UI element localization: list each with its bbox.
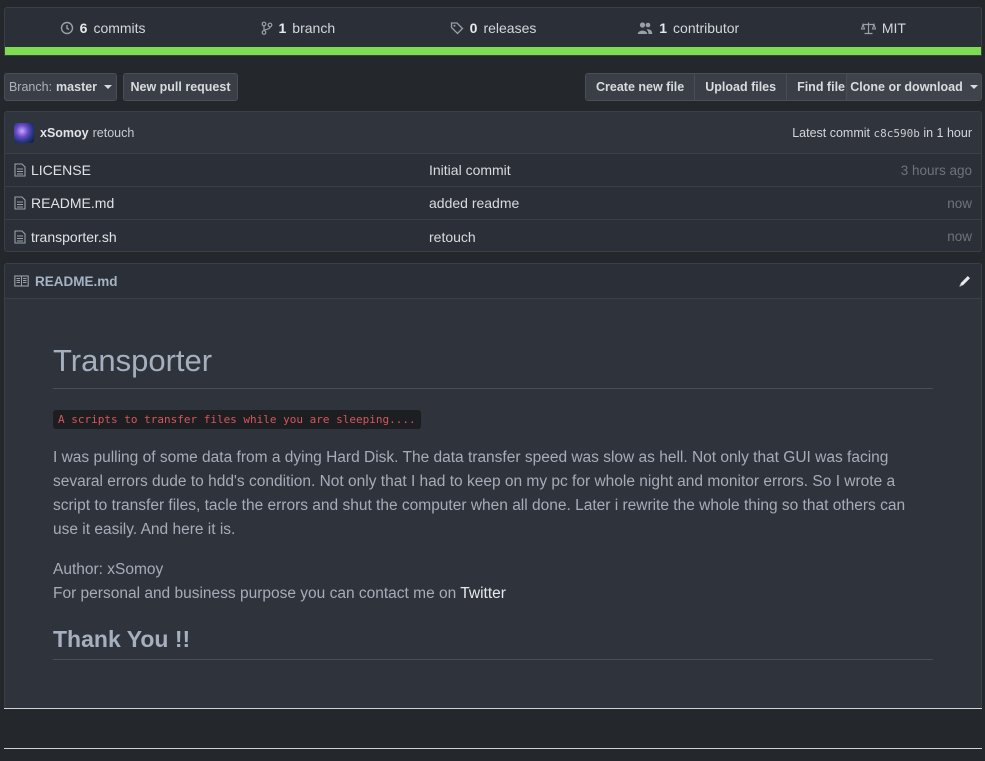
readme-header: README.md xyxy=(5,264,981,299)
commits-link[interactable]: 6 commits xyxy=(5,20,200,36)
file-icon xyxy=(14,229,26,244)
releases-label: releases xyxy=(483,20,537,36)
file-icon xyxy=(14,163,26,177)
commits-label: commits xyxy=(93,20,146,36)
branch-prefix: Branch: xyxy=(8,80,53,94)
avatar[interactable] xyxy=(14,122,34,143)
releases-count: 0 xyxy=(469,20,478,36)
file-age: now xyxy=(947,195,972,211)
latest-commit-bar: xSomoy retouch Latest commit c8c590b in … xyxy=(5,112,981,154)
file-row-readme: README.md added readme now xyxy=(5,187,981,220)
find-file-button[interactable]: Find file xyxy=(787,74,855,100)
file-commit-message[interactable]: Initial commit xyxy=(429,162,901,178)
file-age: now xyxy=(947,229,972,244)
history-icon xyxy=(60,21,73,35)
file-icon xyxy=(14,196,26,210)
readme-panel: README.md Transporter A scripts to trans… xyxy=(4,263,982,709)
readme-filename[interactable]: README.md xyxy=(35,274,118,289)
releases-link[interactable]: 0 releases xyxy=(395,20,590,36)
latest-commit-label: Latest commit xyxy=(792,125,871,140)
language-bar xyxy=(5,47,981,55)
contributors-count: 1 xyxy=(659,20,668,36)
file-name[interactable]: transporter.sh xyxy=(31,229,117,245)
contributors-link[interactable]: 1 contributor xyxy=(591,20,786,36)
contributors-label: contributor xyxy=(673,20,740,36)
caret-down-icon xyxy=(104,85,113,89)
create-new-file-button[interactable]: Create new file xyxy=(586,74,696,100)
readme-thanks-heading: Thank You !! xyxy=(53,626,933,660)
readme-heading: Transporter xyxy=(53,343,933,389)
file-list: xSomoy retouch Latest commit c8c590b in … xyxy=(4,111,982,252)
readme-contact: Author: xSomoy For personal and business… xyxy=(53,558,933,606)
branches-link[interactable]: 1 branch xyxy=(200,20,395,36)
branch-icon xyxy=(261,21,272,35)
law-icon xyxy=(860,22,876,35)
commit-author[interactable]: xSomoy xyxy=(40,126,89,140)
divider xyxy=(4,708,982,709)
people-icon xyxy=(638,22,653,34)
file-name[interactable]: LICENSE xyxy=(31,162,91,178)
commit-message[interactable]: retouch xyxy=(93,126,135,140)
latest-commit-info: Latest commit c8c590b in 1 hour xyxy=(792,126,972,140)
readme-content: Transporter A scripts to transfer files … xyxy=(5,343,981,660)
branches-count: 1 xyxy=(278,20,287,36)
tag-icon xyxy=(450,22,464,35)
file-row-transporter: transporter.sh retouch now xyxy=(5,220,981,251)
branches-label: branch xyxy=(292,20,336,36)
upload-files-button[interactable]: Upload files xyxy=(695,74,788,100)
license-link[interactable]: MIT xyxy=(786,20,981,36)
pencil-icon[interactable] xyxy=(958,274,972,288)
file-name[interactable]: README.md xyxy=(31,195,114,211)
clone-download-label: Clone or download xyxy=(850,80,963,94)
license-label: MIT xyxy=(881,20,906,36)
file-row-license: LICENSE Initial commit 3 hours ago xyxy=(5,154,981,187)
commits-count: 6 xyxy=(79,20,88,36)
divider xyxy=(4,748,982,749)
clone-download-button[interactable]: Clone or download xyxy=(846,73,982,101)
readme-paragraph: I was pulling of some data from a dying … xyxy=(53,449,906,538)
branch-name: master xyxy=(56,80,98,94)
book-icon xyxy=(14,275,29,287)
file-age: 3 hours ago xyxy=(900,162,972,178)
new-pull-request-button[interactable]: New pull request xyxy=(123,73,238,101)
commit-time: in 1 hour xyxy=(923,125,972,140)
file-commit-message[interactable]: added readme xyxy=(429,195,947,211)
caret-down-icon xyxy=(969,85,978,89)
readme-contact-text: For personal and business purpose you ca… xyxy=(53,585,457,602)
branch-select-button[interactable]: Branch: master xyxy=(4,73,117,101)
repo-summary: 6 commits 1 branch 0 releases 1 contribu… xyxy=(4,7,982,56)
file-actions-group: Create new file Upload files Find file xyxy=(585,73,856,101)
readme-author: Author: xSomoy xyxy=(53,561,164,578)
twitter-link[interactable]: Twitter xyxy=(460,585,506,602)
commit-sha[interactable]: c8c590b xyxy=(874,127,920,140)
file-commit-message[interactable]: retouch xyxy=(429,229,947,245)
readme-code: A scripts to transfer files while you ar… xyxy=(53,410,421,429)
